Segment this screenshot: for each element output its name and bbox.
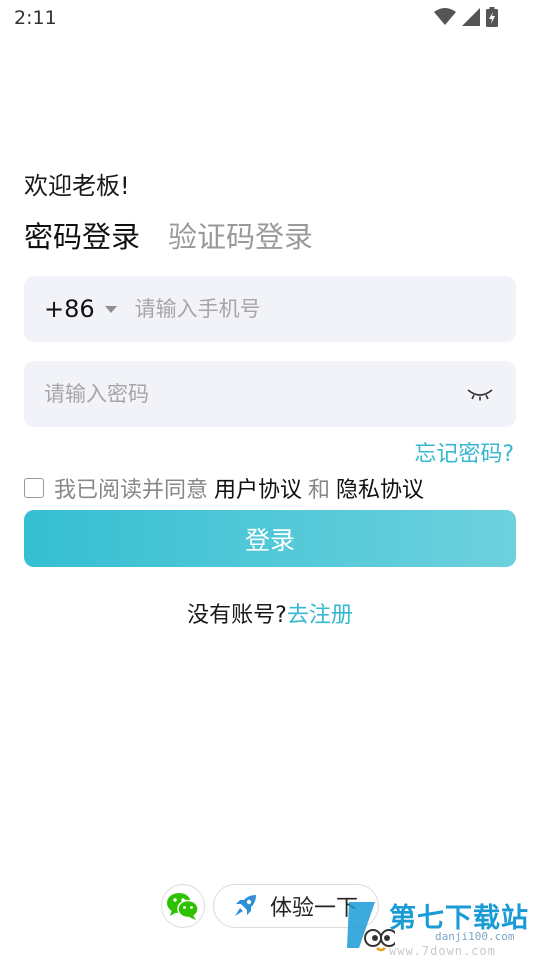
phone-input[interactable]: [134, 276, 495, 342]
agreement-row: 我已阅读并同意 用户协议 和 隐私协议: [24, 472, 430, 504]
wechat-login-button[interactable]: [161, 884, 205, 928]
password-field: [24, 361, 516, 427]
wifi-icon: [434, 8, 456, 25]
agreement-checkbox[interactable]: [24, 478, 44, 498]
site-watermark: 第七下载站 danji100.com www.7down.com: [345, 890, 540, 960]
eye-closed-icon[interactable]: [466, 385, 494, 403]
cellular-signal-icon: [462, 8, 480, 26]
status-bar: 2:11: [0, 0, 540, 36]
tab-code-login[interactable]: 验证码登录: [168, 214, 313, 256]
chevron-down-icon: [104, 305, 117, 313]
register-row: 没有账号?去注册: [0, 597, 540, 629]
watermark-logo-icon: [347, 902, 395, 952]
register-question: 没有账号?: [187, 603, 287, 628]
country-code-selector[interactable]: +86: [24, 295, 117, 323]
wechat-icon: [167, 893, 199, 920]
register-link[interactable]: 去注册: [287, 603, 353, 628]
forgot-password-link[interactable]: 忘记密码?: [414, 436, 514, 468]
login-mode-tabs: 密码登录 验证码登录: [24, 214, 313, 256]
privacy-policy-link[interactable]: 隐私协议: [336, 472, 424, 504]
agreement-prefix: 我已阅读并同意: [54, 478, 209, 503]
phone-field: +86: [24, 276, 516, 342]
user-agreement-link[interactable]: 用户协议: [214, 472, 302, 504]
status-icons: [434, 7, 498, 27]
watermark-subtitle: danji100.com: [435, 930, 515, 943]
agreement-and: 和: [308, 478, 331, 503]
password-input[interactable]: [44, 361, 444, 427]
rocket-icon: [235, 895, 256, 916]
watermark-url: www.7down.com: [389, 944, 496, 958]
status-time: 2:11: [14, 7, 57, 29]
country-code: +86: [44, 295, 95, 323]
welcome-heading: 欢迎老板!: [24, 172, 130, 200]
battery-charging-icon: [486, 7, 498, 27]
login-screen: 2:11 欢迎老板! 密码登录 验证码登录 +86 请输入手机号 忘记密码? 我…: [0, 0, 540, 960]
login-button[interactable]: 登录: [24, 510, 516, 567]
tab-password-login[interactable]: 密码登录: [24, 214, 140, 256]
